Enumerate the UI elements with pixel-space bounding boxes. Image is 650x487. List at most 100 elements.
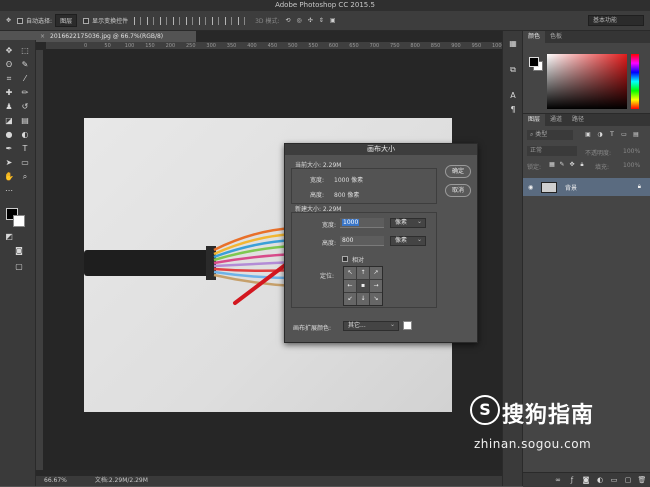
layer-kind-filter[interactable]: ⌕ 类型 — [527, 130, 573, 140]
workspace-dropdown[interactable]: 基本功能 — [588, 15, 644, 26]
background-color-swatch[interactable] — [13, 215, 25, 227]
character-panel-icon[interactable]: A — [508, 91, 518, 101]
tab-color[interactable]: 颜色 — [523, 31, 546, 43]
brush-tool-icon[interactable]: ✏ — [20, 88, 30, 98]
ok-button[interactable]: 确定 — [445, 165, 471, 178]
filter-adjust-icon[interactable]: ◑ — [595, 130, 605, 140]
zoom-level[interactable]: 66.67% — [44, 477, 67, 484]
anchor-bottom-right[interactable]: ↘ — [370, 293, 382, 305]
lock-all-icon[interactable]: 🔒︎ — [577, 160, 587, 170]
extension-color-dropdown[interactable]: 其它... — [343, 321, 399, 331]
move-tool-icon[interactable]: ✥ — [6, 17, 11, 24]
move-tool-icon[interactable]: ✥ — [4, 46, 14, 56]
opacity-value[interactable]: 100% — [623, 148, 640, 155]
distribute-middle-icon[interactable] — [225, 16, 233, 25]
width-unit-dropdown[interactable]: 像素 — [390, 218, 426, 228]
healing-tool-icon[interactable]: ✚ — [4, 88, 14, 98]
width-input-value[interactable]: 1000 — [342, 219, 360, 226]
filter-type-icon[interactable]: T — [607, 130, 617, 140]
filter-pixel-icon[interactable]: ▣ — [583, 130, 593, 140]
hand-tool-icon[interactable]: ✋ — [4, 172, 14, 182]
3d-rotate-icon[interactable]: ⟲ — [285, 17, 290, 24]
add-mask-icon[interactable]: ◙ — [581, 475, 591, 485]
shape-tool-icon[interactable]: ▭ — [20, 158, 30, 168]
panel-foreground-swatch[interactable] — [529, 57, 539, 67]
filter-shape-icon[interactable]: ▭ — [619, 130, 629, 140]
height-input[interactable]: 800 — [340, 236, 384, 246]
lock-paint-icon[interactable]: ✎ — [557, 160, 567, 170]
layer-row-background[interactable]: ◉ 背景 🔒︎ — [523, 178, 650, 196]
tab-layers[interactable]: 图层 — [523, 114, 546, 126]
3d-slide-icon[interactable]: ⇕ — [319, 17, 324, 24]
eye-icon[interactable]: ◉ — [528, 184, 533, 191]
distribute-top-icon[interactable] — [212, 16, 220, 25]
align-center-icon[interactable] — [186, 16, 194, 25]
paragraph-panel-icon[interactable]: ¶ — [508, 105, 518, 115]
path-select-tool-icon[interactable]: ➤ — [4, 158, 14, 168]
align-left-icon[interactable] — [173, 16, 181, 25]
lasso-tool-icon[interactable]: ʘ — [4, 60, 14, 70]
auto-select-dropdown[interactable]: 图层 — [55, 14, 78, 27]
lock-pixels-icon[interactable]: ▦ — [547, 160, 557, 170]
align-bottom-icon[interactable] — [160, 16, 168, 25]
auto-select-box[interactable] — [17, 17, 24, 24]
auto-select-checkbox[interactable]: 自动选择: — [17, 16, 52, 25]
tab-swatches[interactable]: 色板 — [545, 31, 567, 43]
align-right-icon[interactable] — [199, 16, 207, 25]
color-field[interactable] — [547, 54, 627, 109]
close-tab-icon[interactable]: × — [40, 31, 45, 42]
delete-layer-icon[interactable]: 🗑︎ — [637, 475, 647, 485]
history-panel-icon[interactable]: ▦ — [508, 39, 518, 49]
3d-roll-icon[interactable]: ◎ — [297, 17, 302, 24]
width-input[interactable]: 1000 — [340, 218, 384, 228]
gradient-tool-icon[interactable]: ▤ — [20, 116, 30, 126]
height-unit-dropdown[interactable]: 像素 — [390, 236, 426, 246]
anchor-right[interactable]: → — [370, 280, 382, 292]
fill-value[interactable]: 100% — [623, 162, 640, 169]
new-layer-icon[interactable]: ▢ — [623, 475, 633, 485]
adjustment-layer-icon[interactable]: ◐ — [595, 475, 605, 485]
pen-tool-icon[interactable]: ✒ — [4, 144, 14, 154]
history-brush-tool-icon[interactable]: ↺ — [20, 102, 30, 112]
anchor-top-left[interactable]: ↖ — [344, 267, 356, 279]
cancel-button[interactable]: 取消 — [445, 184, 471, 197]
extension-color-swatch[interactable] — [403, 321, 412, 330]
anchor-top[interactable]: ↑ — [357, 267, 369, 279]
blend-mode-dropdown[interactable]: 正常 — [527, 146, 577, 156]
anchor-bottom-left[interactable]: ↙ — [344, 293, 356, 305]
screen-mode-icon[interactable]: ▢ — [14, 262, 24, 272]
anchor-top-right[interactable]: ↗ — [370, 267, 382, 279]
layer-style-icon[interactable]: ƒ — [567, 475, 577, 485]
quick-select-tool-icon[interactable]: ✎ — [20, 60, 30, 70]
properties-panel-icon[interactable]: ⧉ — [508, 65, 518, 75]
anchor-left[interactable]: ← — [344, 280, 356, 292]
tab-channels[interactable]: 通道 — [545, 114, 567, 126]
reset-colors-icon[interactable]: ◩ — [4, 232, 14, 242]
more-tools-icon[interactable]: ⋯ — [4, 186, 14, 196]
new-group-icon[interactable]: ▭ — [609, 475, 619, 485]
hue-slider[interactable] — [631, 54, 639, 109]
tab-paths[interactable]: 路径 — [567, 114, 589, 126]
distribute-bottom-icon[interactable] — [238, 16, 246, 25]
anchor-center[interactable]: ▪ — [357, 280, 369, 292]
filter-smart-icon[interactable]: ▤ — [631, 130, 641, 140]
eyedropper-tool-icon[interactable]: ⁄ — [20, 74, 30, 84]
quick-mask-icon[interactable]: ◙ — [14, 246, 24, 256]
align-top-icon[interactable] — [134, 16, 142, 25]
3d-scale-icon[interactable]: ▣ — [330, 17, 336, 24]
zoom-tool-icon[interactable]: ⌕ — [20, 172, 30, 182]
link-layers-icon[interactable]: ∞ — [553, 475, 563, 485]
blur-tool-icon[interactable]: ● — [4, 130, 14, 140]
stamp-tool-icon[interactable]: ♟ — [4, 102, 14, 112]
document-tab[interactable]: × 2016622175036.jpg @ 66.7%(RGB/8) — [36, 31, 196, 42]
type-tool-icon[interactable]: T — [20, 144, 30, 154]
relative-checkbox[interactable] — [342, 256, 348, 262]
crop-tool-icon[interactable]: ⌗ — [4, 74, 14, 84]
lock-position-icon[interactable]: ✥ — [567, 160, 577, 170]
show-transform-checkbox[interactable]: 显示变换控件 — [83, 16, 128, 25]
dodge-tool-icon[interactable]: ◐ — [20, 130, 30, 140]
show-transform-box[interactable] — [83, 17, 90, 24]
eraser-tool-icon[interactable]: ◪ — [4, 116, 14, 126]
anchor-bottom[interactable]: ↓ — [357, 293, 369, 305]
marquee-tool-icon[interactable]: ⬚ — [20, 46, 30, 56]
